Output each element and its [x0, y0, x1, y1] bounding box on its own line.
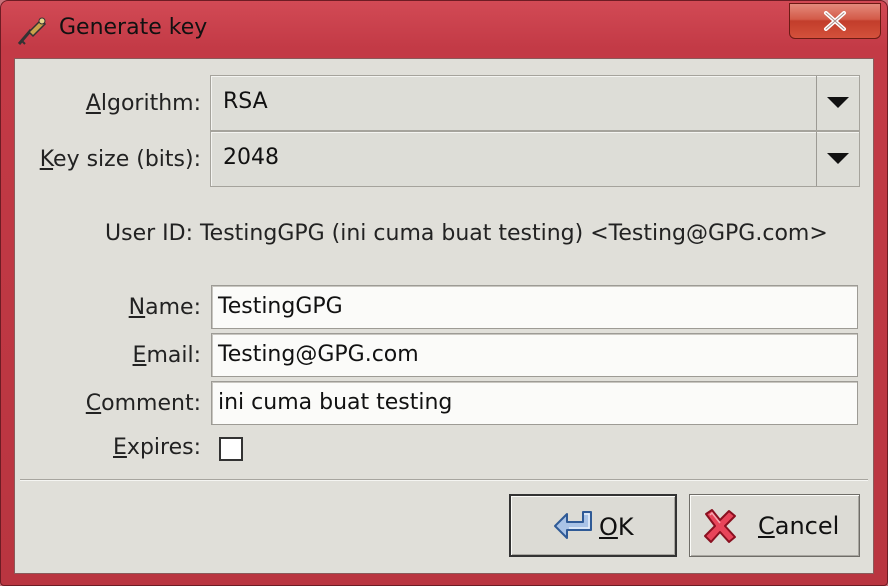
key-size-combo[interactable]: 2048	[210, 131, 860, 187]
expires-label: Expires:	[113, 435, 201, 460]
chevron-down-icon	[827, 153, 849, 164]
email-input[interactable]: Testing@GPG.com	[211, 333, 858, 377]
algorithm-value: RSA	[223, 89, 268, 114]
name-input[interactable]: TestingGPG	[211, 285, 858, 329]
user-id-text: User ID: TestingGPG (ini cuma buat testi…	[105, 221, 828, 246]
expires-checkbox[interactable]	[219, 437, 243, 461]
dialog-body: Algorithm: RSA Key size (bits): 2048 Use…	[14, 58, 874, 574]
enter-arrow-icon	[554, 511, 592, 539]
close-icon	[824, 11, 846, 31]
title-bar[interactable]: Generate key	[1, 1, 887, 57]
generate-key-dialog: Generate key Algorithm: RSA Key size (bi…	[0, 0, 888, 586]
ok-label: OK	[599, 513, 634, 541]
cancel-button[interactable]: Cancel	[689, 494, 860, 557]
key-size-label: Key size (bits):	[39, 147, 201, 172]
chevron-down-icon	[827, 97, 849, 108]
separator	[20, 479, 868, 481]
comment-label: Comment:	[85, 391, 201, 416]
algorithm-dropdown-button[interactable]	[816, 76, 859, 130]
email-label: Email:	[132, 343, 201, 368]
algorithm-combo[interactable]: RSA	[210, 75, 860, 131]
name-value: TestingGPG	[218, 294, 343, 319]
ok-button[interactable]: OK	[509, 494, 677, 557]
key-size-value: 2048	[223, 145, 279, 170]
close-button[interactable]	[789, 3, 881, 39]
comment-input[interactable]: ini cuma buat testing	[211, 381, 858, 425]
key-size-dropdown-button[interactable]	[816, 132, 859, 186]
window-title: Generate key	[59, 15, 208, 40]
app-icon	[15, 14, 49, 48]
name-label: Name:	[128, 295, 201, 320]
red-x-icon	[704, 509, 736, 543]
comment-value: ini cuma buat testing	[218, 390, 453, 415]
algorithm-label: Algorithm:	[85, 91, 201, 116]
cancel-label: Cancel	[758, 512, 840, 540]
email-value: Testing@GPG.com	[218, 342, 419, 367]
